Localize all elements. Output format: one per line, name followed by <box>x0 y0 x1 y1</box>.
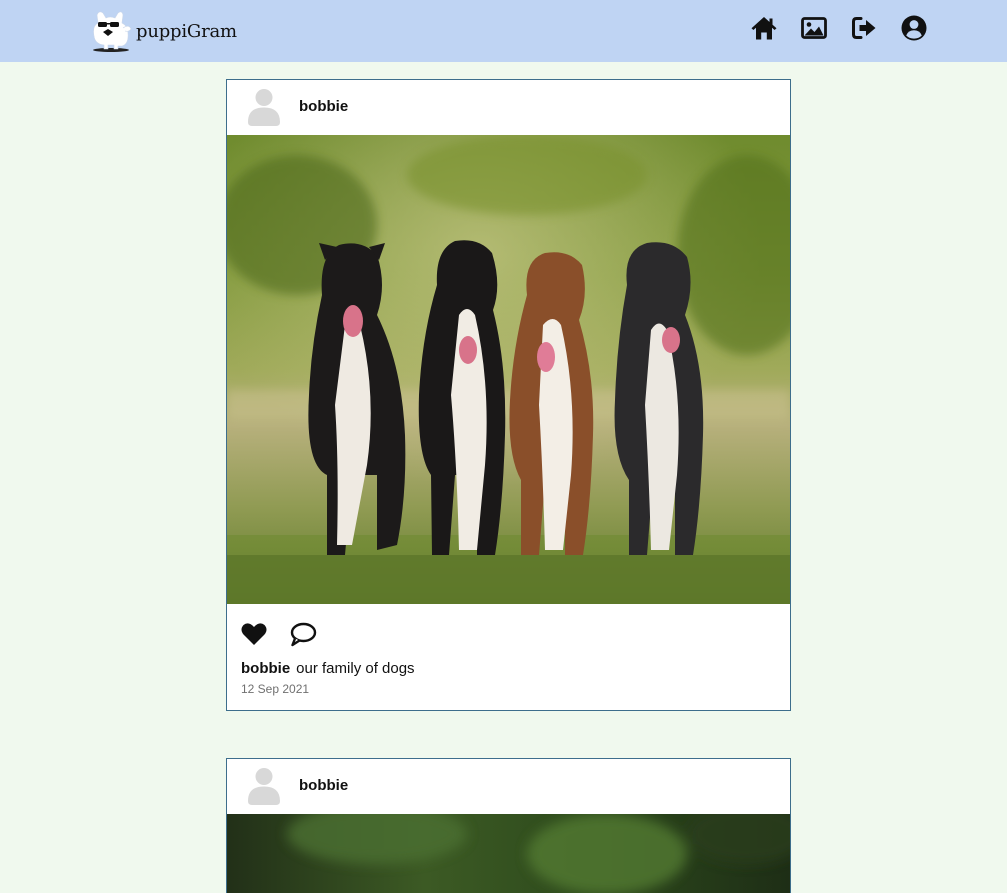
logout-icon[interactable] <box>849 13 879 43</box>
caption-text: our family of dogs <box>296 660 415 677</box>
post-caption-block: bobbie our family of dogs 12 Sep 2021 <box>227 660 790 710</box>
top-navigation-bar: puppiGram <box>0 0 1007 62</box>
image-icon[interactable] <box>799 13 829 43</box>
post-date: 12 Sep 2021 <box>241 682 310 696</box>
post-caption: bobbie our family of dogs 12 Sep 2021 <box>241 660 415 696</box>
brand-name: puppiGram <box>136 20 237 42</box>
nav-icon-group <box>729 13 929 43</box>
post-username[interactable]: bobbie <box>299 777 348 794</box>
post-header: bobbie <box>227 759 790 814</box>
brand-home-link[interactable]: puppiGram <box>88 6 237 54</box>
post-header: bobbie <box>227 80 790 135</box>
heart-filled-icon[interactable] <box>240 620 268 648</box>
post-photo-dogs <box>227 135 790 604</box>
post-actions <box>227 604 790 666</box>
comment-bubble-icon[interactable] <box>289 620 317 648</box>
avatar-placeholder-icon[interactable] <box>245 766 283 806</box>
home-icon[interactable] <box>749 13 779 43</box>
post-username[interactable]: bobbie <box>299 98 348 115</box>
avatar-placeholder-icon[interactable] <box>245 87 283 127</box>
caption-line: bobbie our family of dogs <box>241 660 415 677</box>
dog-logo-icon <box>93 11 132 52</box>
post-card: bobbie <box>226 79 791 711</box>
user-circle-icon[interactable] <box>899 13 929 43</box>
post-card: bobbie <box>226 758 791 893</box>
caption-username[interactable]: bobbie <box>241 660 290 677</box>
post-photo <box>227 814 790 893</box>
